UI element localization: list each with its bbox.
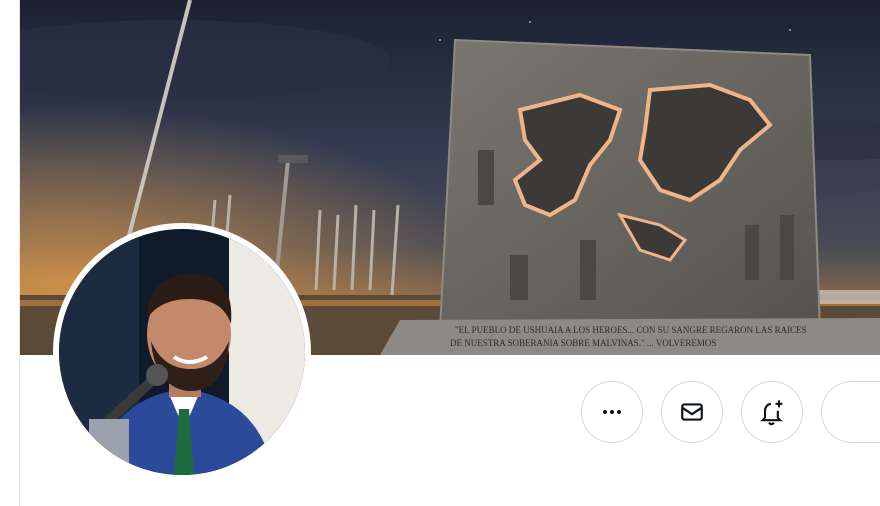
bell-plus-icon xyxy=(760,400,783,426)
notifications-button[interactable] xyxy=(741,381,803,443)
ellipsis-icon xyxy=(603,410,621,414)
profile-avatar[interactable] xyxy=(53,223,311,481)
avatar-photo xyxy=(59,229,305,475)
monument-inscription-line1: "EL PUEBLO DE USHUAIA A LOS HEROES... CO… xyxy=(455,325,807,335)
more-button[interactable] xyxy=(581,381,643,443)
monument-inscription-line2: DE NUESTRA SOBERANIA SOBRE MALVINAS." ..… xyxy=(450,338,716,348)
profile-card: "EL PUEBLO DE USHUAIA A LOS HEROES... CO… xyxy=(19,0,880,506)
envelope-icon xyxy=(681,403,703,421)
follow-button[interactable] xyxy=(821,381,880,443)
message-button[interactable] xyxy=(661,381,723,443)
